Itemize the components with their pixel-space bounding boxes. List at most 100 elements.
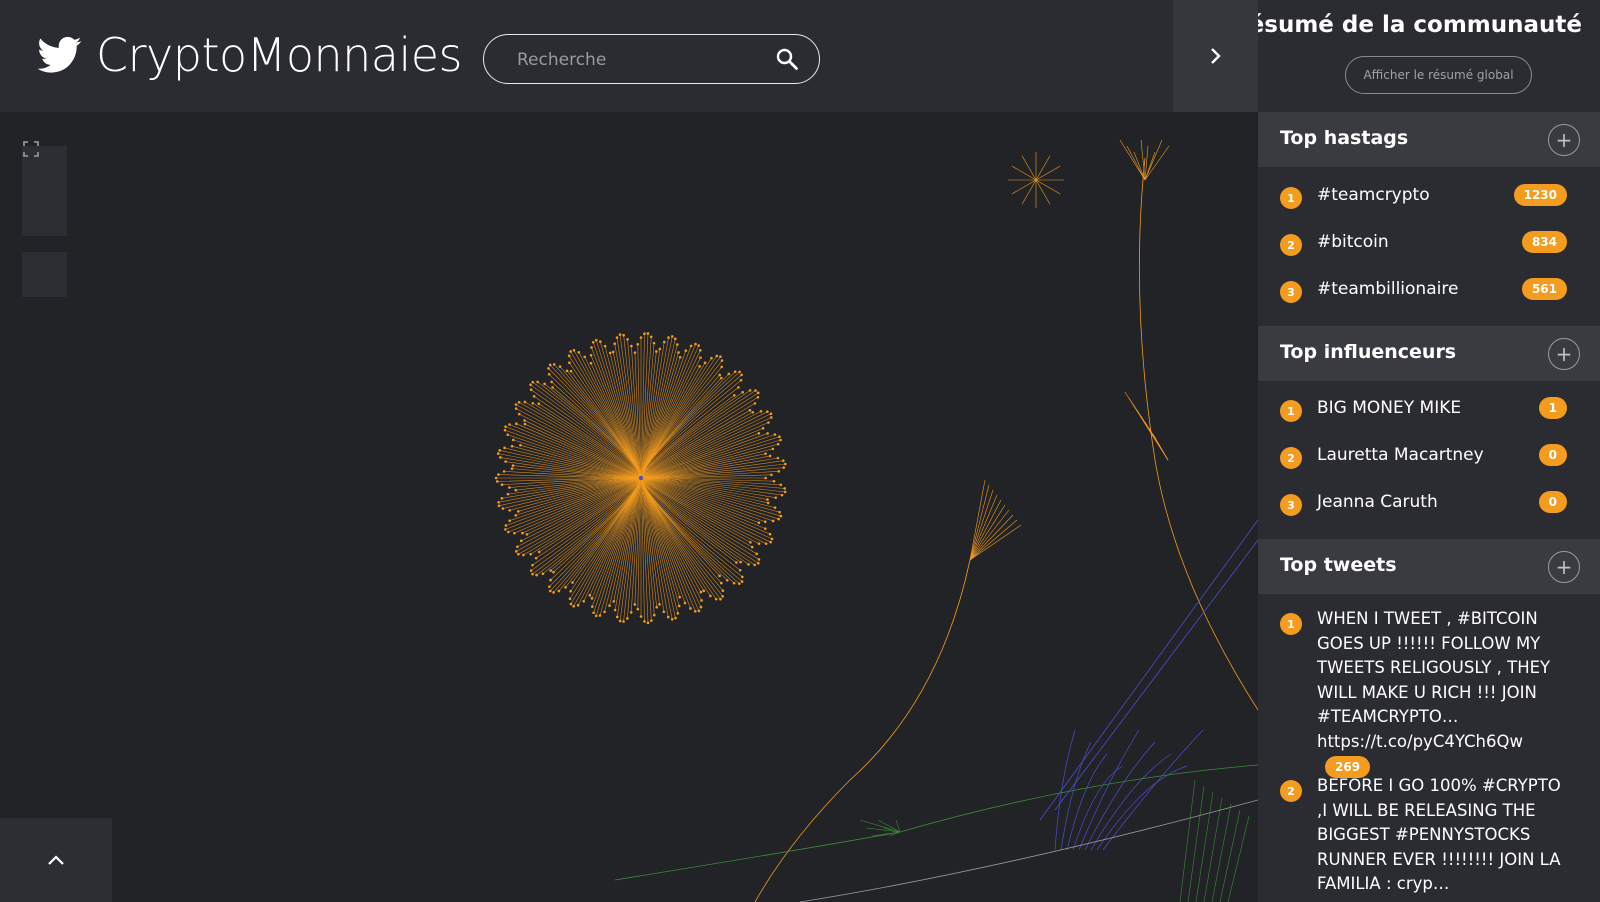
cluster-node [697, 609, 701, 613]
cluster-node [783, 487, 787, 490]
cluster-node [608, 351, 612, 355]
section-label: Top hastags [1280, 127, 1409, 149]
cluster-node [603, 610, 606, 614]
cluster-node [698, 365, 701, 368]
search-box[interactable] [483, 34, 820, 84]
expand-influencers-button[interactable]: + [1548, 338, 1580, 370]
cluster-node [594, 614, 598, 618]
rank-badge: 1 [1280, 400, 1302, 422]
cluster-node [504, 425, 507, 428]
cluster-node [739, 378, 743, 382]
cluster-node [567, 354, 571, 358]
cluster-node [777, 517, 780, 521]
cluster-node [674, 616, 677, 620]
cluster-node [759, 409, 763, 413]
cluster-node [757, 542, 761, 545]
community-summary-panel: Résumé de la communauté Afficher le résu… [1258, 0, 1600, 902]
cluster-node [658, 347, 662, 351]
cluster-node [523, 400, 527, 404]
cluster-node [666, 615, 670, 619]
cluster-node [779, 514, 783, 518]
cluster-node [603, 344, 607, 348]
cluster-node [572, 604, 576, 608]
cluster-node [769, 540, 772, 544]
cluster-node [763, 520, 767, 524]
network-graph[interactable] [0, 112, 1258, 902]
zoom-out-button[interactable] [22, 191, 67, 236]
panel-title: Résumé de la communauté [1258, 12, 1582, 38]
green-branch [1211, 803, 1232, 902]
cluster-node [521, 531, 524, 535]
cluster-node [537, 402, 541, 406]
fan-branch [969, 514, 1014, 561]
cluster-node [710, 356, 713, 360]
influencer-name: Lauretta Macartney [1317, 445, 1484, 465]
brand[interactable]: CryptoMonnaies [38, 28, 463, 82]
cluster-node [753, 563, 756, 567]
expand-hashtags-button[interactable]: + [1548, 124, 1580, 156]
count-badge: 1 [1538, 397, 1567, 419]
blue-edge [1054, 539, 1258, 811]
cluster-node [757, 558, 761, 561]
cluster-node [658, 603, 661, 606]
cluster-node [778, 510, 781, 514]
cluster-node [564, 585, 567, 589]
cluster-node [741, 575, 744, 579]
tree-branch [1119, 139, 1146, 181]
cluster-node [498, 449, 501, 452]
cluster-node [772, 479, 776, 483]
cluster-node [517, 400, 521, 404]
show-global-summary-button[interactable]: Afficher le résumé global [1345, 56, 1532, 94]
cluster-node [534, 556, 538, 560]
cluster-node [689, 607, 692, 610]
green-edge [614, 764, 1258, 881]
cluster-node [519, 539, 523, 543]
cluster-node [549, 569, 552, 572]
cluster-node [767, 421, 770, 424]
star-edge [1021, 179, 1037, 205]
cluster-node [779, 438, 782, 442]
cluster-node [548, 589, 552, 593]
cluster-node [694, 342, 697, 346]
cluster-node [548, 363, 552, 367]
cluster-node [739, 560, 743, 564]
tweet-text: WHEN I TWEET , #BITCOIN GOES UP !!!!!! F… [1317, 609, 1551, 751]
cluster-node [543, 382, 546, 386]
plus-icon: + [1555, 555, 1573, 579]
green-branch [1219, 809, 1241, 902]
cluster-node [516, 545, 519, 549]
fit-view-button[interactable] [22, 141, 67, 297]
cluster-node [507, 530, 510, 534]
toggle-sidebar-button[interactable] [1173, 0, 1258, 112]
graph-canvas[interactable] [0, 112, 1258, 902]
count-badge: 0 [1538, 491, 1567, 513]
cluster-node [536, 380, 539, 384]
collapse-panel-button[interactable] [0, 818, 112, 902]
cluster-node [508, 423, 511, 426]
cluster-node [622, 620, 625, 623]
cluster-node [764, 542, 768, 545]
cluster-node [592, 611, 595, 615]
cluster-node [577, 350, 581, 354]
cluster-node [777, 470, 781, 473]
tweet-text-block: BEFORE I GO 100% #CRYPTO ,I WILL BE RELE… [1317, 774, 1567, 897]
cluster-node [697, 344, 700, 347]
cluster-node [639, 336, 643, 339]
search-input[interactable] [517, 47, 767, 73]
cluster-node [496, 480, 499, 483]
cluster-node [769, 412, 773, 416]
chevron-right-icon [1210, 48, 1221, 64]
hashtag-label: #teambillionaire [1317, 279, 1459, 299]
cluster-node [771, 447, 775, 451]
star-edge [1011, 179, 1037, 195]
cluster-node [511, 438, 515, 442]
grey-edge [799, 799, 1258, 902]
cluster-node [773, 433, 777, 436]
cluster-node [558, 365, 562, 368]
cluster-node [751, 410, 755, 414]
expand-tweets-button[interactable]: + [1548, 551, 1580, 583]
cluster-node [636, 342, 640, 346]
search-icon[interactable] [775, 47, 799, 71]
cluster-node [502, 470, 506, 473]
cluster-node [531, 380, 535, 384]
